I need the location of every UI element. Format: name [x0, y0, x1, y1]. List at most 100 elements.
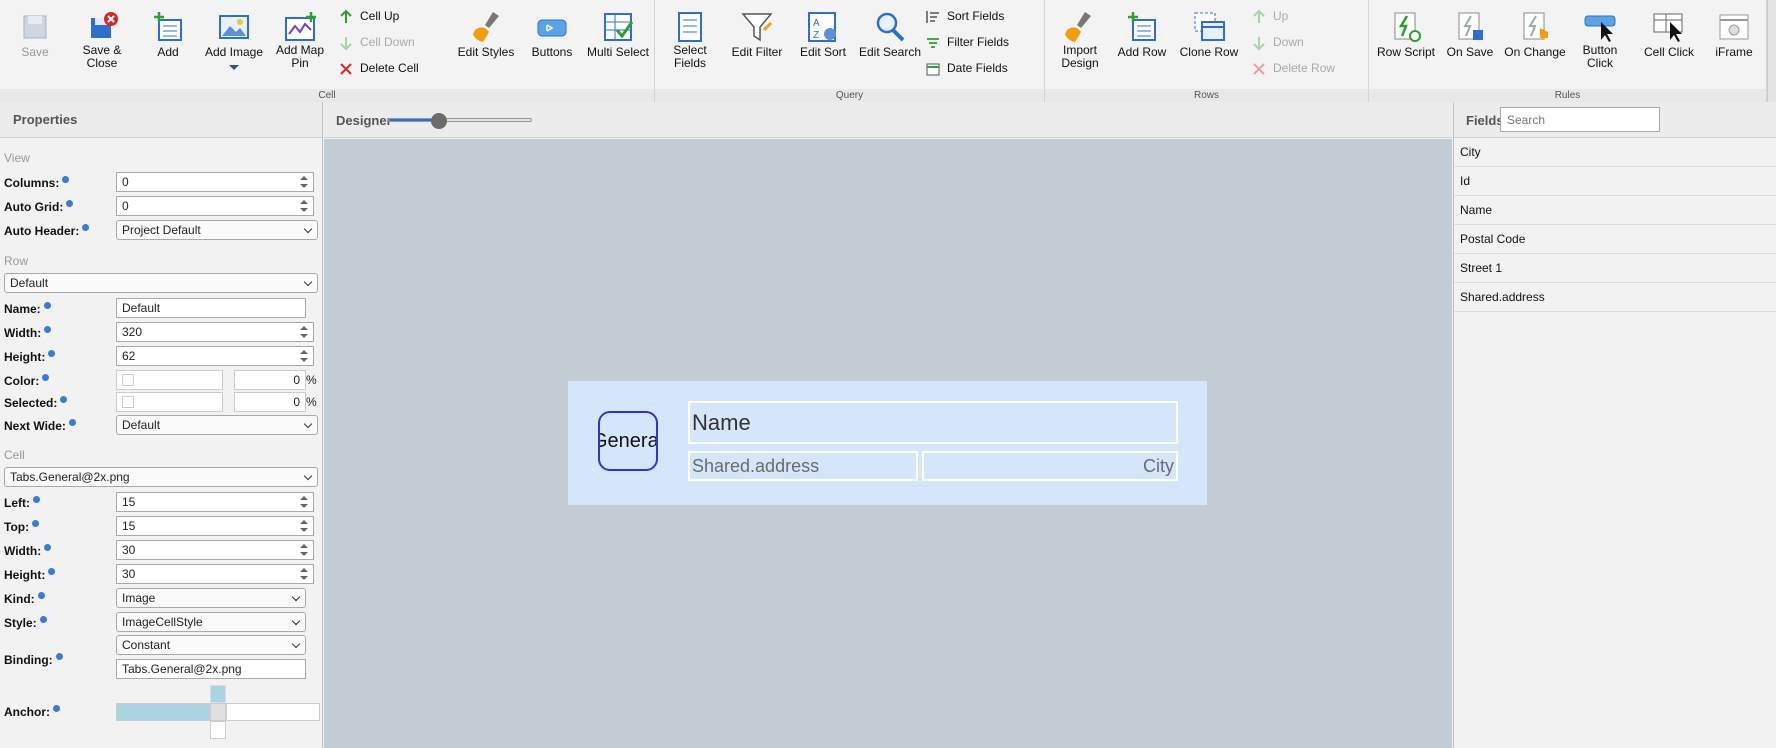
info-icon[interactable] [37, 592, 45, 599]
cell-height-input[interactable]: 30 [116, 564, 314, 584]
info-icon[interactable] [33, 496, 40, 503]
spinner-icon[interactable] [299, 324, 309, 340]
save-close-button[interactable]: Save & Close [76, 6, 128, 78]
auto-header-select[interactable]: Project Default [116, 220, 318, 240]
row-script-button[interactable]: Row Script [1373, 6, 1439, 78]
selected-color-picker[interactable] [116, 392, 223, 412]
info-icon[interactable] [55, 653, 63, 660]
import-design-button[interactable]: Import Design [1055, 6, 1105, 78]
edit-filter-button[interactable]: Edit Filter [727, 6, 787, 78]
binding-value-input[interactable]: Tabs.General@2x.png [116, 659, 306, 679]
anchor-top[interactable] [210, 685, 226, 703]
anchor-left[interactable] [116, 703, 210, 721]
field-item-postal-code[interactable]: Postal Code [1454, 225, 1776, 254]
row-preview[interactable]: General@ Name Shared.address City [568, 381, 1207, 505]
name-cell[interactable]: Name [688, 401, 1178, 444]
selected-opacity-input[interactable]: 0 [234, 392, 306, 412]
info-icon[interactable] [53, 705, 60, 712]
add-image-button[interactable]: Add Image [202, 6, 266, 78]
clone-row-button[interactable]: Clone Row [1177, 6, 1241, 78]
dropdown-arrow-icon[interactable] [229, 65, 239, 70]
designer-canvas[interactable]: General@ Name Shared.address City [324, 139, 1452, 748]
cell-top-input[interactable]: 15 [116, 516, 314, 536]
info-icon[interactable] [42, 374, 50, 381]
columns-input[interactable]: 0 [116, 172, 314, 192]
sort-fields-button[interactable]: Sort Fields [925, 5, 1004, 27]
cell-width-input[interactable]: 30 [116, 540, 314, 560]
field-item-name[interactable]: Name [1454, 196, 1776, 225]
delete-cell-button[interactable]: Delete Cell [338, 57, 419, 79]
info-icon[interactable] [32, 520, 40, 527]
select-fields-button[interactable]: Select Fields [665, 6, 715, 78]
row-name-input[interactable]: Default [116, 298, 306, 318]
edit-sort-button[interactable]: AZ Edit Sort [795, 6, 851, 78]
buttons-button[interactable]: Buttons [528, 6, 576, 78]
cell-down-button[interactable]: Cell Down [338, 31, 415, 53]
style-select[interactable]: ImageCellStyle [116, 612, 306, 632]
info-icon[interactable] [44, 326, 52, 333]
save-button[interactable]: Save [14, 6, 56, 78]
edit-styles-button[interactable]: Edit Styles [456, 6, 516, 78]
multi-select-button[interactable]: Multi Select [584, 6, 652, 78]
cell-select[interactable]: Tabs.General@2x.png [4, 467, 318, 487]
iframe-button[interactable]: iFrame [1709, 6, 1759, 78]
kind-select[interactable]: Image [116, 588, 306, 608]
on-save-button[interactable]: On Save [1445, 6, 1495, 78]
field-item-shared-address[interactable]: Shared.address [1454, 283, 1776, 312]
info-icon[interactable] [39, 616, 47, 623]
shared-address-cell[interactable]: Shared.address [688, 451, 918, 481]
add-map-pin-button[interactable]: Add Map Pin [272, 6, 328, 78]
row-up-button[interactable]: Up [1251, 5, 1288, 27]
info-icon[interactable] [48, 350, 56, 357]
fields-search-input[interactable] [1500, 107, 1660, 132]
spinner-icon[interactable] [299, 542, 309, 558]
field-item-street-1[interactable]: Street 1 [1454, 254, 1776, 283]
anchor-center[interactable] [210, 703, 226, 721]
field-item-id[interactable]: Id [1454, 167, 1776, 196]
edit-search-button[interactable]: Edit Search [857, 6, 923, 78]
spinner-icon[interactable] [299, 198, 309, 214]
date-fields-button[interactable]: Date Fields [925, 57, 1008, 79]
spinner-icon[interactable] [299, 174, 309, 190]
image-cell[interactable]: General@ [598, 411, 658, 471]
info-icon[interactable] [82, 224, 90, 231]
auto-grid-input[interactable]: 0 [116, 196, 314, 216]
row-height-input[interactable]: 62 [116, 346, 314, 366]
next-wide-row: Next Wide: Default [4, 415, 320, 435]
info-icon[interactable] [60, 396, 68, 403]
info-icon[interactable] [44, 544, 52, 551]
zoom-slider[interactable] [388, 113, 532, 129]
info-icon[interactable] [43, 302, 51, 309]
spinner-icon[interactable] [299, 566, 309, 582]
color-opacity-input[interactable]: 0 [234, 370, 306, 390]
filter-fields-label: Filter Fields [947, 35, 1010, 49]
on-change-button[interactable]: On Change [1503, 6, 1567, 78]
row-select[interactable]: Default [4, 273, 318, 293]
row-down-button[interactable]: Down [1251, 31, 1304, 53]
info-icon[interactable] [66, 200, 74, 207]
spinner-icon[interactable] [299, 348, 309, 364]
add-button[interactable]: Add [148, 6, 188, 78]
info-icon[interactable] [62, 176, 70, 183]
cell-up-button[interactable]: Cell Up [338, 5, 399, 27]
info-icon[interactable] [68, 419, 76, 426]
delete-row-button[interactable]: Delete Row [1251, 57, 1335, 79]
row-width-input[interactable]: 320 [116, 322, 314, 342]
info-icon[interactable] [48, 568, 56, 575]
cell-left-input[interactable]: 15 [116, 492, 314, 512]
spinner-icon[interactable] [299, 494, 309, 510]
city-cell[interactable]: City [922, 451, 1178, 481]
next-wide-select[interactable]: Default [116, 415, 318, 435]
zoom-slider-handle[interactable] [430, 113, 447, 129]
color-picker[interactable] [116, 370, 223, 390]
spinner-icon[interactable] [299, 518, 309, 534]
anchor-right[interactable] [226, 703, 320, 721]
binding-type-select[interactable]: Constant [116, 635, 306, 655]
field-item-city[interactable]: City [1454, 138, 1776, 167]
anchor-bottom[interactable] [210, 721, 226, 739]
button-click-button[interactable]: Button Click [1575, 6, 1625, 78]
filter-fields-button[interactable]: Filter Fields [925, 31, 1009, 53]
ribbon-scrollbar[interactable] [1767, 0, 1776, 102]
cell-click-button[interactable]: Cell Click [1639, 6, 1699, 78]
add-row-button[interactable]: Add Row [1115, 6, 1169, 78]
